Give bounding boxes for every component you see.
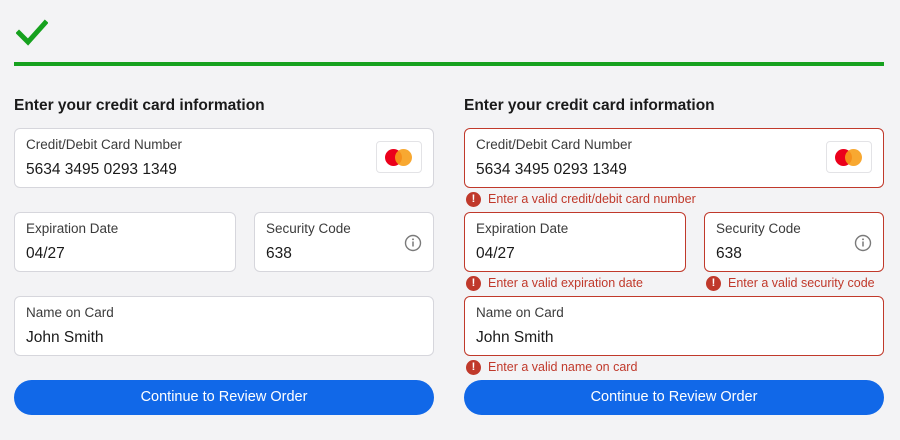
expiration-date-field[interactable]: Expiration Date: [14, 212, 236, 272]
expiration-date-error: ! Enter a valid expiration date: [464, 275, 643, 291]
name-on-card-field[interactable]: Name on Card: [464, 296, 884, 356]
form-title: Enter your credit card information: [14, 97, 265, 114]
card-number-field[interactable]: Credit/Debit Card Number: [464, 128, 884, 188]
security-code-field[interactable]: Security Code: [704, 212, 884, 272]
card-form-valid: Enter your credit card information Credi…: [14, 96, 434, 415]
card-form-invalid: Enter your credit card information Credi…: [464, 96, 884, 415]
continue-to-review-button[interactable]: Continue to Review Order: [464, 380, 884, 415]
error-text: Enter a valid credit/debit card number: [488, 192, 696, 206]
expiration-date-field[interactable]: Expiration Date: [464, 212, 686, 272]
expiration-date-label: Expiration Date: [476, 221, 569, 236]
expiration-date-input[interactable]: [476, 245, 652, 263]
card-number-input[interactable]: [26, 161, 361, 179]
name-on-card-field[interactable]: Name on Card: [14, 296, 434, 356]
expiration-date-label: Expiration Date: [26, 221, 119, 236]
name-on-card-input[interactable]: [26, 329, 361, 347]
continue-to-review-button[interactable]: Continue to Review Order: [14, 380, 434, 415]
error-text: Enter a valid name on card: [488, 360, 638, 374]
checkout-page: Enter your credit card information Credi…: [0, 0, 900, 440]
checkmark-icon: [16, 19, 48, 46]
card-number-label: Credit/Debit Card Number: [26, 137, 183, 152]
error-text: Enter a valid security code: [728, 276, 875, 290]
info-icon[interactable]: [854, 234, 872, 252]
security-code-field[interactable]: Security Code: [254, 212, 434, 272]
error-icon: !: [466, 359, 481, 375]
card-number-field[interactable]: Credit/Debit Card Number: [14, 128, 434, 188]
security-code-input[interactable]: [266, 245, 409, 263]
mastercard-logo-icon: [826, 141, 872, 173]
card-number-label: Credit/Debit Card Number: [476, 137, 633, 152]
card-number-input[interactable]: [476, 161, 811, 179]
error-icon: !: [466, 191, 481, 207]
mastercard-logo-icon: [376, 141, 422, 173]
security-code-label: Security Code: [716, 221, 801, 236]
info-icon[interactable]: [404, 234, 422, 252]
expiration-date-input[interactable]: [26, 245, 202, 263]
error-text: Enter a valid expiration date: [488, 276, 643, 290]
name-on-card-label: Name on Card: [26, 305, 114, 320]
name-on-card-error: ! Enter a valid name on card: [464, 359, 637, 375]
progress-bar: [14, 62, 884, 66]
security-code-label: Security Code: [266, 221, 351, 236]
form-title: Enter your credit card information: [464, 97, 715, 114]
error-icon: !: [466, 275, 481, 291]
security-code-input[interactable]: [716, 245, 859, 263]
error-icon: !: [706, 275, 721, 291]
card-number-error: ! Enter a valid credit/debit card number: [464, 191, 696, 207]
name-on-card-input[interactable]: [476, 329, 811, 347]
name-on-card-label: Name on Card: [476, 305, 564, 320]
security-code-error: ! Enter a valid security code: [704, 275, 875, 291]
